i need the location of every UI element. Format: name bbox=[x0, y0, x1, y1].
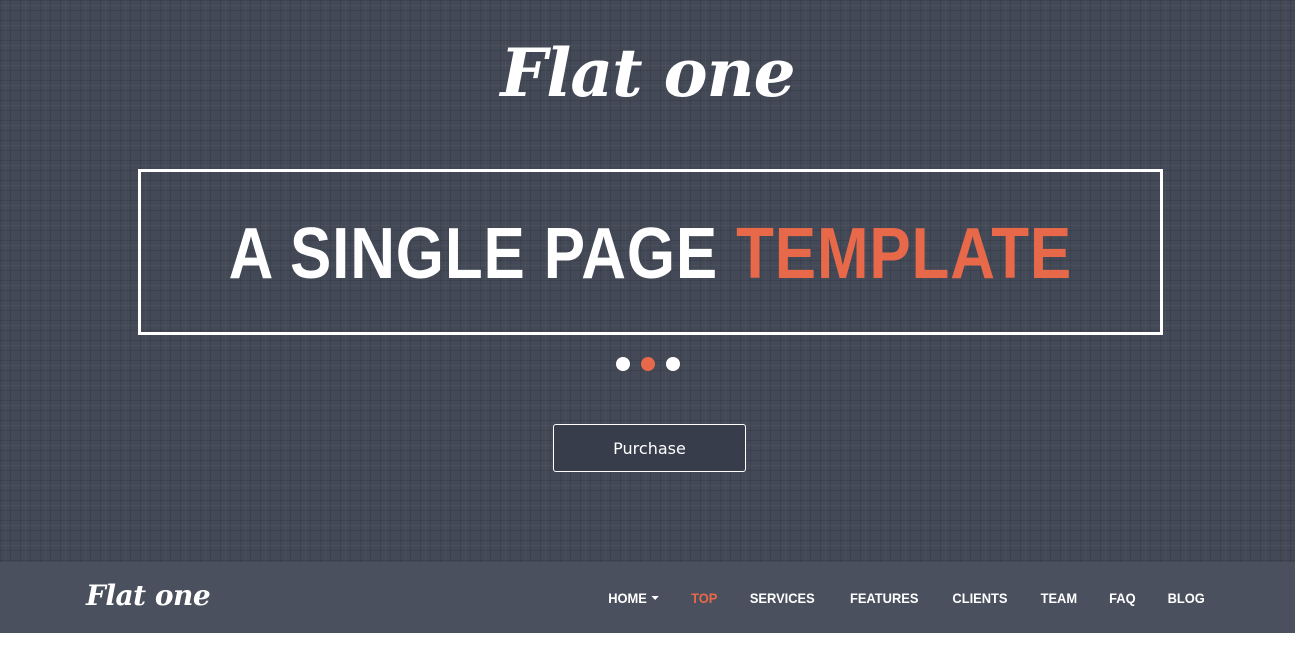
nav-item-home-label: HOME bbox=[607, 589, 647, 606]
nav-item-clients[interactable]: CLIENTS bbox=[953, 590, 1008, 606]
slider-dot-2[interactable] bbox=[640, 357, 655, 371]
hero-logo: Flat one bbox=[500, 34, 795, 112]
navbar: Flat one HOME TOP SERVICES FEATURES CLIE… bbox=[0, 562, 1295, 633]
caret-down-icon bbox=[651, 595, 659, 600]
slider-dot-3[interactable] bbox=[665, 357, 680, 371]
purchase-button[interactable]: Purchase bbox=[553, 424, 746, 472]
nav-menu: HOME TOP SERVICES FEATURES CLIENTS TEAM … bbox=[577, 562, 1206, 633]
nav-item-features[interactable]: FEATURES bbox=[850, 590, 918, 606]
nav-item-blog[interactable]: BLOG bbox=[1167, 590, 1204, 606]
headline-accent: TEMPLATE bbox=[736, 214, 1073, 294]
slider-dot-1[interactable] bbox=[615, 357, 630, 371]
headline-main: A SINGLE PAGE bbox=[228, 214, 737, 294]
nav-item-services[interactable]: SERVICES bbox=[750, 590, 815, 606]
navbar-logo[interactable]: Flat one bbox=[86, 576, 211, 616]
headline: A SINGLE PAGE TEMPLATE bbox=[229, 213, 1072, 295]
nav-item-team[interactable]: TEAM bbox=[1041, 590, 1077, 606]
nav-item-top[interactable]: TOP bbox=[691, 590, 717, 606]
nav-item-faq[interactable]: FAQ bbox=[1109, 590, 1135, 606]
hero-section: Flat one A SINGLE PAGE TEMPLATE Purchase bbox=[0, 0, 1295, 562]
headline-box: A SINGLE PAGE TEMPLATE bbox=[138, 169, 1163, 335]
slider-dots bbox=[0, 357, 1295, 371]
nav-item-home[interactable]: HOME bbox=[608, 590, 659, 606]
